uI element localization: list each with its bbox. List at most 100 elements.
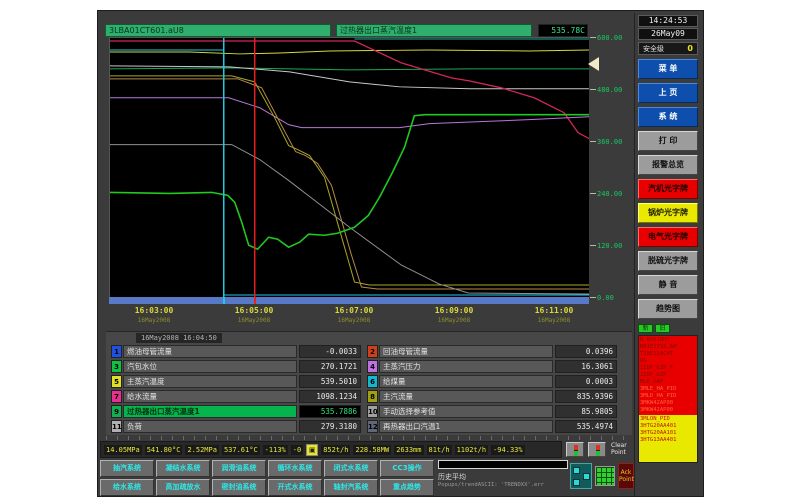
time-tick-date: 16May2008 xyxy=(122,317,186,324)
date: 26May09 xyxy=(638,28,698,40)
sidebar-button[interactable]: 打 印 xyxy=(638,131,698,151)
sidebar-button[interactable]: 上 页 xyxy=(638,83,698,103)
value-marker-triangle xyxy=(588,57,599,71)
alarm-item[interactable]: OG xyxy=(640,358,696,365)
alarm-tab[interactable]: 新 xyxy=(638,324,653,333)
trend-row[interactable]: 11负荷279.3180 xyxy=(111,420,361,433)
alarm-item[interactable]: MLE_PAF xyxy=(640,379,696,386)
message-line-1: 历史平均 xyxy=(438,472,466,482)
trend-row[interactable]: 3汽包水位270.1721 xyxy=(111,360,361,373)
y-axis-label: 120.00 xyxy=(597,242,622,250)
time-axis-strip[interactable] xyxy=(109,297,589,304)
y-axis-tick xyxy=(590,297,596,298)
status-value: 81t/h xyxy=(427,445,452,455)
trend-line xyxy=(110,115,589,249)
y-axis: 600.00480.00360.00240.00120.000.00 xyxy=(590,37,630,303)
nav-button[interactable]: 重点趋势 xyxy=(380,479,434,496)
trend-color-index: 5 xyxy=(111,375,122,388)
alarm-item[interactable]: N01E17SS.AM xyxy=(640,344,696,351)
status-value: 537.61°C xyxy=(222,445,260,455)
trend-description-field[interactable]: 过热器出口蒸汽温度1 xyxy=(336,24,532,37)
trend-color-index: 8 xyxy=(367,390,378,403)
trend-row[interactable]: 4主蒸汽压力16.3061 xyxy=(367,360,617,373)
nav-button[interactable]: 轴封汽系统 xyxy=(324,479,378,496)
command-input[interactable] xyxy=(438,460,568,469)
trend-row[interactable]: 10手动选择参考值85.9805 xyxy=(367,405,617,418)
trend-color-index: 10 xyxy=(367,405,378,418)
trend-color-index: 1 xyxy=(111,345,122,358)
point-toggle-1[interactable] xyxy=(566,442,584,457)
trend-row[interactable]: 7给水流量1098.1234 xyxy=(111,390,361,403)
alarm-tab[interactable]: 旧 xyxy=(655,324,670,333)
sidebar-button[interactable]: 报警总览 xyxy=(638,155,698,175)
axis-cursor-mark xyxy=(254,297,256,304)
time-tick-label: 16:11:00 xyxy=(522,306,586,315)
alarm-item[interactable]: 3HTG13AA401 xyxy=(640,437,696,444)
alarm-item[interactable]: T18E12ACHT xyxy=(640,351,696,358)
sidebar-button[interactable]: 静 音 xyxy=(638,275,698,295)
nav-button[interactable]: 密封油系统 xyxy=(212,479,266,496)
alarm-item[interactable]: 1IDF_GZP xyxy=(640,372,696,379)
sidebar-button[interactable]: 趋势图 xyxy=(638,299,698,319)
nav-button[interactable]: CC3操作 xyxy=(380,460,434,477)
sidebar-button[interactable]: 菜 单 xyxy=(638,59,698,79)
time-tick-label: 16:09:00 xyxy=(422,306,486,315)
nav-button[interactable]: 开式水系统 xyxy=(268,479,322,496)
nav-button[interactable]: 润滑油系统 xyxy=(212,460,266,477)
trend-value: -0.0033 xyxy=(299,345,361,358)
nav-button[interactable]: 凝结水系统 xyxy=(156,460,210,477)
y-axis-label: 240.00 xyxy=(597,190,622,198)
trend-row[interactable]: 1燃油母管流量-0.0033 xyxy=(111,345,361,358)
trend-value: 535.7886 xyxy=(299,405,361,418)
alarm-item[interactable]: B-B901BHT xyxy=(640,337,696,344)
trend-plot-area[interactable] xyxy=(109,37,589,297)
alarm-item[interactable]: 3HTG20AA101 xyxy=(640,430,696,437)
ack-point-button[interactable]: Ack Point xyxy=(618,463,634,489)
trend-label: 回油母管流量 xyxy=(379,345,553,358)
sidebar-button[interactable]: 汽机光字牌 xyxy=(638,179,698,199)
trend-parameter-table: 16May2008 16:04:50 1燃油母管流量-0.00333汽包水位27… xyxy=(106,331,632,435)
alarm-item[interactable]: 3HTG20AA401 xyxy=(640,423,696,430)
sidebar-button[interactable]: 电气光字牌 xyxy=(638,227,698,247)
link-tool-icon[interactable] xyxy=(570,463,592,489)
alarm-item[interactable]: 1IDF_GZP_F xyxy=(640,365,696,372)
clock: 14:24:53 xyxy=(638,15,698,27)
trend-value: 16.3061 xyxy=(555,360,617,373)
trend-row[interactable]: 5主蒸汽温度539.5010 xyxy=(111,375,361,388)
alarm-item[interactable]: 3MKW42AP00 xyxy=(640,407,696,414)
trend-tag-field[interactable]: 3LBA01CT601.aU8 xyxy=(105,24,331,37)
sidebar-button[interactable]: 系 统 xyxy=(638,107,698,127)
trend-label: 过热器出口蒸汽温度1 xyxy=(123,405,297,418)
trend-color-index: 2 xyxy=(367,345,378,358)
trend-label: 给水流量 xyxy=(123,390,297,403)
nav-button[interactable]: 给水系统 xyxy=(100,479,154,496)
nav-button[interactable]: 高加疏放水 xyxy=(156,479,210,496)
nav-button[interactable]: 循环水系统 xyxy=(268,460,322,477)
alarm-item[interactable]: 3MLON_PID xyxy=(640,416,696,423)
table-scroll-ticks xyxy=(106,436,632,440)
nav-button[interactable]: 闭式水系统 xyxy=(324,460,378,477)
trend-row[interactable]: 2回油母管流量0.0396 xyxy=(367,345,617,358)
trend-label: 汽包水位 xyxy=(123,360,297,373)
nav-button[interactable]: 抽汽系统 xyxy=(100,460,154,477)
sidebar-button[interactable]: 脱硫光字牌 xyxy=(638,251,698,271)
grid-tool-icon[interactable] xyxy=(595,466,615,486)
trend-value: 0.0396 xyxy=(555,345,617,358)
trend-row[interactable]: 9过热器出口蒸汽温度1535.7886 xyxy=(111,405,361,418)
time-tick-label: 16:03:00 xyxy=(122,306,186,315)
sidebar-button[interactable]: 锅炉光字牌 xyxy=(638,203,698,223)
trend-row[interactable]: 6给煤量0.0003 xyxy=(367,375,617,388)
status-value: -94.33% xyxy=(491,445,525,455)
status-value: 228.58MW xyxy=(353,445,391,455)
point-toggle-2[interactable] xyxy=(588,442,606,457)
alarm-tabs: 新旧 xyxy=(638,324,698,335)
trend-color-index: 9 xyxy=(111,405,122,418)
y-axis-tick xyxy=(590,37,596,38)
trend-value: 270.1721 xyxy=(299,360,361,373)
alarm-item[interactable]: 3MKW42AP00 xyxy=(640,400,696,407)
alarm-item[interactable]: 3MLE_HA_PID xyxy=(640,386,696,393)
trend-row[interactable]: 8主汽流量835.9396 xyxy=(367,390,617,403)
trend-row[interactable]: 12再热器出口汽温1535.4974 xyxy=(367,420,617,433)
status-value: 852t/h xyxy=(321,445,350,455)
alarm-item[interactable]: 3MLD_HA_PID xyxy=(640,393,696,400)
